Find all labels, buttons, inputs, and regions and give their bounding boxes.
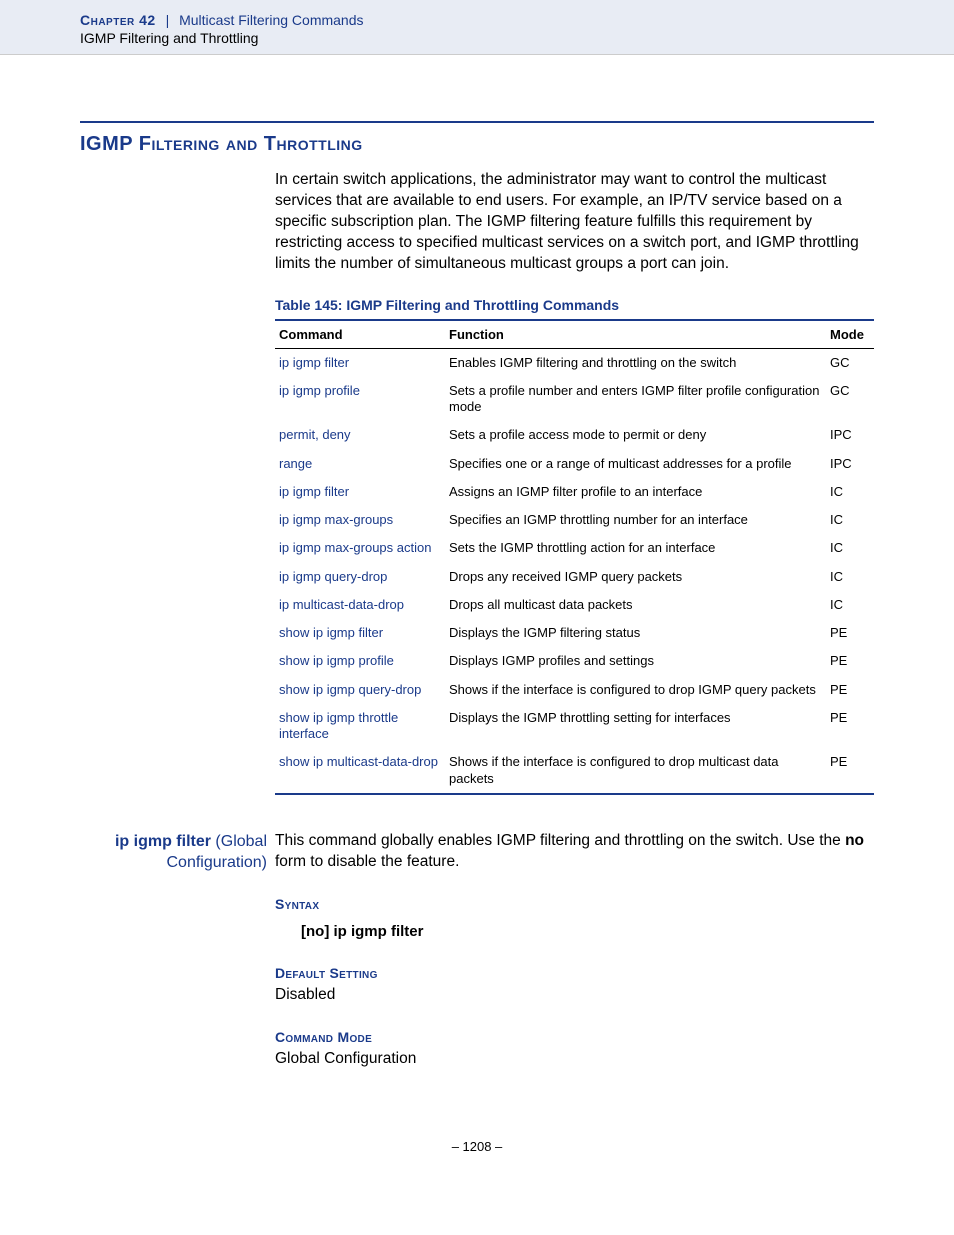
- mode-cell: PE: [826, 704, 874, 749]
- table-row: rangeSpecifies one or a range of multica…: [275, 450, 874, 478]
- command-link[interactable]: ip igmp filter: [275, 478, 445, 506]
- mode-cell: PE: [826, 647, 874, 675]
- mode-cell: PE: [826, 619, 874, 647]
- table-caption: Table 145: IGMP Filtering and Throttling…: [275, 297, 874, 313]
- function-cell: Sets a profile number and enters IGMP fi…: [445, 377, 826, 422]
- table-row: show ip igmp filterDisplays the IGMP fil…: [275, 619, 874, 647]
- table-row: ip igmp max-groupsSpecifies an IGMP thro…: [275, 506, 874, 534]
- intro-paragraph: In certain switch applications, the admi…: [275, 170, 874, 275]
- col-header-mode: Mode: [826, 320, 874, 349]
- command-link[interactable]: ip igmp max-groups: [275, 506, 445, 534]
- mode-cell: PE: [826, 676, 874, 704]
- syntax-line: [no] ip igmp filter: [301, 922, 874, 942]
- mode-cell: IC: [826, 563, 874, 591]
- mode-cell: IC: [826, 506, 874, 534]
- command-mode-value: Global Configuration: [275, 1049, 874, 1070]
- table-row: show ip multicast-data-dropShows if the …: [275, 748, 874, 794]
- col-header-function: Function: [445, 320, 826, 349]
- entry-description: This command globally enables IGMP filte…: [275, 831, 874, 873]
- function-cell: Drops any received IGMP query packets: [445, 563, 826, 591]
- mode-cell: IC: [826, 591, 874, 619]
- table-row: show ip igmp throttle interfaceDisplays …: [275, 704, 874, 749]
- function-cell: Displays the IGMP throttling setting for…: [445, 704, 826, 749]
- col-header-command: Command: [275, 320, 445, 349]
- function-cell: Displays the IGMP filtering status: [445, 619, 826, 647]
- header-subsection: IGMP Filtering and Throttling: [80, 30, 874, 46]
- page-header: Chapter 42 | Multicast Filtering Command…: [0, 0, 954, 55]
- command-link[interactable]: ip igmp max-groups action: [275, 534, 445, 562]
- page-number: – 1208 –: [80, 1139, 874, 1154]
- table-row: ip igmp filterAssigns an IGMP filter pro…: [275, 478, 874, 506]
- section-top-rule: [80, 121, 874, 123]
- chapter-title: Multicast Filtering Commands: [179, 12, 363, 28]
- table-row: show ip igmp query-dropShows if the inte…: [275, 676, 874, 704]
- command-link[interactable]: ip igmp filter: [275, 348, 445, 377]
- command-link[interactable]: show ip igmp profile: [275, 647, 445, 675]
- table-row: permit, denySets a profile access mode t…: [275, 421, 874, 449]
- command-link[interactable]: show ip igmp throttle interface: [275, 704, 445, 749]
- function-cell: Specifies an IGMP throttling number for …: [445, 506, 826, 534]
- section-title: IGMP Filtering and Throttling: [80, 133, 874, 156]
- mode-cell: PE: [826, 748, 874, 794]
- chapter-line: Chapter 42 | Multicast Filtering Command…: [80, 12, 874, 28]
- table-row: ip igmp filterEnables IGMP filtering and…: [275, 348, 874, 377]
- mode-cell: GC: [826, 348, 874, 377]
- command-entry: ip igmp filter (Global Configuration) Th…: [80, 831, 874, 1070]
- mode-cell: IPC: [826, 421, 874, 449]
- command-link[interactable]: ip multicast-data-drop: [275, 591, 445, 619]
- entry-label: ip igmp filter (Global Configuration): [80, 831, 275, 1070]
- table-row: ip igmp max-groups actionSets the IGMP t…: [275, 534, 874, 562]
- function-cell: Drops all multicast data packets: [445, 591, 826, 619]
- mode-cell: GC: [826, 377, 874, 422]
- command-link[interactable]: ip igmp query-drop: [275, 563, 445, 591]
- mode-cell: IC: [826, 534, 874, 562]
- table-row: ip multicast-data-dropDrops all multicas…: [275, 591, 874, 619]
- function-cell: Shows if the interface is configured to …: [445, 748, 826, 794]
- command-link[interactable]: ip igmp profile: [275, 377, 445, 422]
- command-mode-heading: Command Mode: [275, 1028, 874, 1047]
- function-cell: Sets the IGMP throttling action for an i…: [445, 534, 826, 562]
- command-link[interactable]: range: [275, 450, 445, 478]
- command-link[interactable]: show ip igmp query-drop: [275, 676, 445, 704]
- entry-label-bold: ip igmp filter: [115, 833, 211, 850]
- table-row: show ip igmp profileDisplays IGMP profil…: [275, 647, 874, 675]
- function-cell: Shows if the interface is configured to …: [445, 676, 826, 704]
- function-cell: Specifies one or a range of multicast ad…: [445, 450, 826, 478]
- mode-cell: IC: [826, 478, 874, 506]
- table-row: ip igmp profileSets a profile number and…: [275, 377, 874, 422]
- mode-cell: IPC: [826, 450, 874, 478]
- default-setting-heading: Default Setting: [275, 964, 874, 983]
- commands-table: Command Function Mode ip igmp filterEnab…: [275, 319, 874, 795]
- function-cell: Assigns an IGMP filter profile to an int…: [445, 478, 826, 506]
- chapter-label: Chapter 42: [80, 12, 156, 28]
- syntax-heading: Syntax: [275, 895, 874, 914]
- command-link[interactable]: permit, deny: [275, 421, 445, 449]
- command-link[interactable]: show ip multicast-data-drop: [275, 748, 445, 794]
- function-cell: Displays IGMP profiles and settings: [445, 647, 826, 675]
- separator: |: [166, 12, 170, 28]
- function-cell: Sets a profile access mode to permit or …: [445, 421, 826, 449]
- function-cell: Enables IGMP filtering and throttling on…: [445, 348, 826, 377]
- default-setting-value: Disabled: [275, 985, 874, 1006]
- table-row: ip igmp query-dropDrops any received IGM…: [275, 563, 874, 591]
- command-link[interactable]: show ip igmp filter: [275, 619, 445, 647]
